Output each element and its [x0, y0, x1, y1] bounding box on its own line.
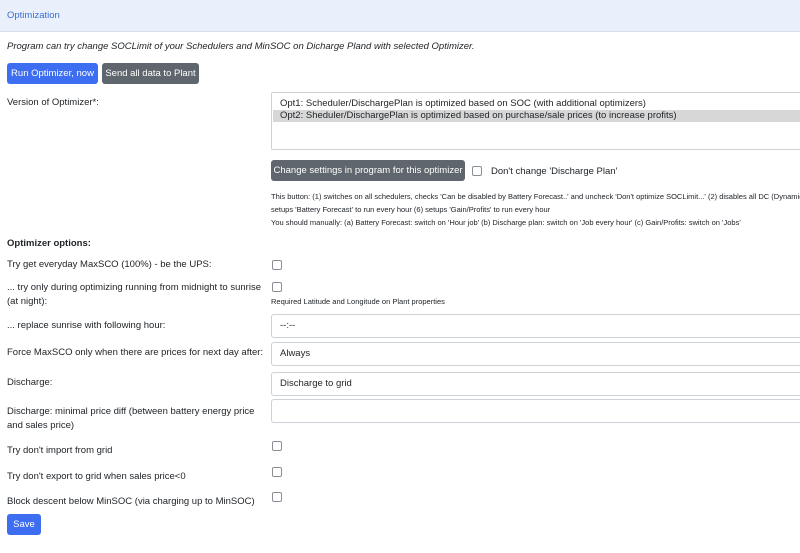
block-minsoc-label: Block descent below MinSOC (via charging… [7, 496, 255, 507]
dont-change-plan-checkbox[interactable] [472, 166, 482, 176]
discharge-label: Discharge: [7, 377, 53, 388]
send-data-button[interactable]: Send all data to Plant [102, 63, 199, 84]
optimizer-option-1[interactable]: Opt1: Scheduler/DischargePlan is optimiz… [273, 98, 800, 110]
options-heading: Optimizer options: [7, 238, 91, 249]
dont-change-plan-label: Don't change 'Discharge Plan' [491, 166, 618, 177]
page-title: Optimization [7, 10, 60, 21]
no-import-label: Try don't import from grid [7, 445, 113, 456]
block-minsoc-checkbox[interactable] [272, 492, 282, 502]
optimizer-option-2[interactable]: Opt2: Sheduler/DischargePlan is optimize… [273, 110, 800, 122]
ups-label: Try get everyday MaxSCO (100%) - be the … [7, 259, 212, 270]
run-optimizer-button[interactable]: Run Optimizer, now [7, 63, 98, 84]
sunrise-time-input[interactable]: --:-- [271, 314, 800, 338]
night-checkbox[interactable] [272, 282, 282, 292]
page-header: Optimization [0, 0, 800, 32]
intro-text: Program can try change SOCLimit of your … [7, 41, 475, 52]
save-button[interactable]: Save [7, 514, 41, 535]
price-diff-label: Discharge: minimal price diff (between b… [7, 406, 255, 431]
version-label: Version of Optimizer*: [7, 97, 99, 108]
discharge-select[interactable]: Discharge to grid [271, 372, 800, 396]
no-export-label: Try don't export to grid when sales pric… [7, 471, 186, 482]
force-label: Force MaxSCO only when there are prices … [7, 347, 264, 358]
optimizer-version-select[interactable]: Opt1: Scheduler/DischargePlan is optimiz… [271, 92, 800, 150]
price-diff-input[interactable] [271, 399, 800, 423]
change-settings-button[interactable]: Change settings in program for this opti… [271, 160, 465, 181]
sunrise-label: ... replace sunrise with following hour: [7, 320, 166, 331]
ups-checkbox[interactable] [272, 260, 282, 270]
night-note: Required Latitude and Longitude on Plant… [271, 297, 445, 306]
force-maxsco-select[interactable]: Always [271, 342, 800, 366]
notes-line-2: setups 'Battery Forecast' to run every h… [271, 205, 551, 214]
notes-line-3: You should manually: (a) Battery Forecas… [271, 218, 741, 227]
no-import-checkbox[interactable] [272, 441, 282, 451]
notes-line-1: This button: (1) switches on all schedul… [271, 192, 800, 201]
night-label: ... try only during optimizing running f… [7, 282, 261, 307]
no-export-checkbox[interactable] [272, 467, 282, 477]
